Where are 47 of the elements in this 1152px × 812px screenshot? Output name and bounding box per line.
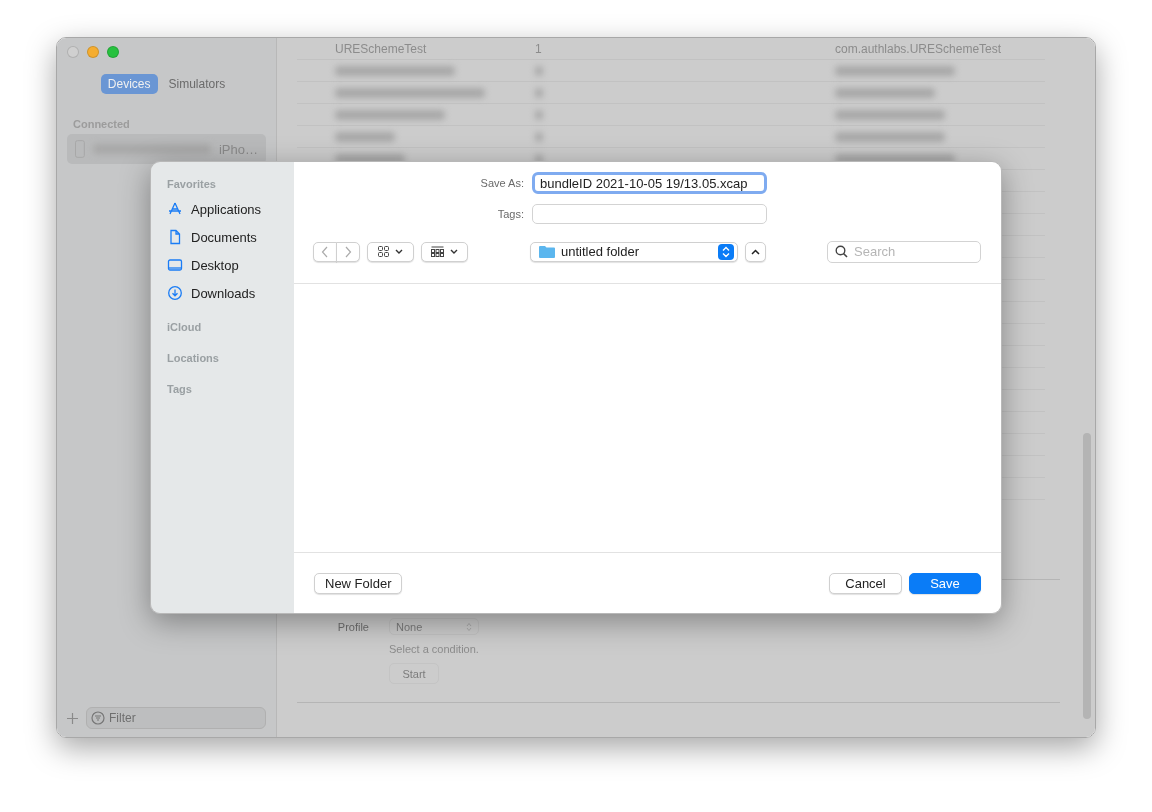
app-name: URESchemeTest: [335, 41, 427, 56]
sidebar-item[interactable]: Desktop: [159, 251, 286, 279]
forward-button[interactable]: [336, 241, 360, 262]
sidebar-item[interactable]: Applications: [159, 195, 286, 223]
group-button[interactable]: [421, 241, 468, 262]
scrollbar[interactable]: [1083, 433, 1091, 719]
chevron-right-icon: [344, 245, 352, 258]
desktop-icon: [167, 257, 183, 273]
bundle-id: com.authlabs.URESchemeTest: [835, 41, 1002, 56]
profile-label: Profile: [336, 620, 369, 633]
new-folder-button[interactable]: New Folder: [314, 572, 403, 594]
folder-icon: [539, 245, 555, 258]
expand-button[interactable]: [745, 241, 766, 262]
sidebar-item[interactable]: Documents: [159, 223, 286, 251]
search-icon: [835, 245, 848, 258]
chevron-up-icon: [751, 248, 760, 255]
minimize-button[interactable]: [87, 46, 99, 58]
tags-label: Tags:: [496, 208, 524, 220]
chevron-left-icon: [321, 245, 329, 258]
section-title: Tags: [167, 383, 193, 395]
download-icon: [167, 285, 183, 301]
blurred-text: [335, 131, 395, 142]
stepper-icon: [718, 243, 734, 260]
gallery-icon: [431, 246, 444, 257]
sidebar-item[interactable]: Downloads: [159, 279, 286, 307]
table-cell: 1: [535, 41, 542, 56]
location-popup[interactable]: untitled folder: [530, 241, 738, 262]
save-as-label: Save As:: [479, 177, 524, 189]
cancel-button[interactable]: Cancel: [829, 572, 902, 594]
document-icon: [167, 229, 183, 245]
back-button[interactable]: [313, 241, 337, 262]
hint-text: Select a condition.: [389, 643, 480, 655]
section-title: iCloud: [167, 321, 203, 333]
zoom-button[interactable]: [107, 46, 119, 58]
save-button[interactable]: Save: [909, 572, 981, 594]
close-button[interactable]: [67, 46, 79, 58]
tags-field[interactable]: [532, 204, 767, 224]
chevron-down-icon: [450, 249, 458, 254]
grid-icon: [378, 246, 389, 257]
applications-icon: [167, 201, 183, 217]
chevron-down-icon: [395, 249, 403, 254]
icon-view-button[interactable]: [367, 241, 414, 262]
chevron-icon: [466, 621, 472, 632]
filename-field[interactable]: bundleID 2021-10-05 19/13.05.xcap: [532, 172, 767, 194]
section-title: Favorites: [167, 178, 217, 190]
section-title: Locations: [167, 352, 220, 364]
filter-icon: [91, 711, 105, 725]
